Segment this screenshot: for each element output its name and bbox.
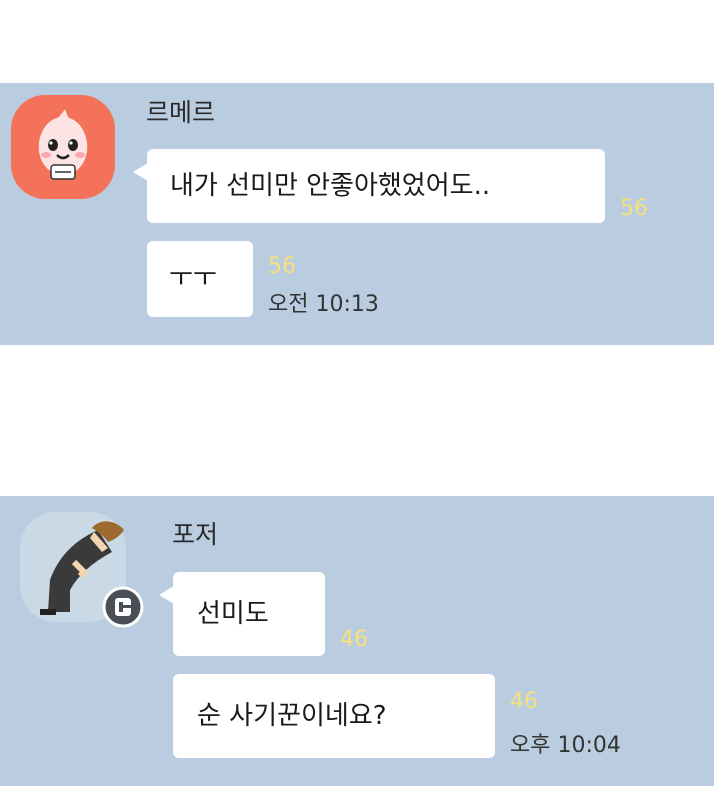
message-bubble[interactable]: 선미도 <box>159 572 325 656</box>
unread-count: 56 <box>620 196 648 221</box>
message-text: 순 사기꾼이네요? <box>197 701 387 731</box>
unread-count: 46 <box>340 627 368 652</box>
apeach-avatar-icon[interactable] <box>11 95 115 199</box>
message-text: 선미도 <box>197 599 269 629</box>
sender-name: 포저 <box>172 520 219 549</box>
chat-panel-2: 포저 선미도 46 순 사기꾼이네요? 46 오후 10:04 <box>0 496 714 786</box>
message-bubble[interactable]: 내가 선미만 안좋아했었어도.. <box>133 149 605 223</box>
message-bubble[interactable]: ㅜㅜ <box>147 241 253 317</box>
sender-name: 르메르 <box>146 98 216 127</box>
chat-panel-1: 르메르 내가 선미만 안좋아했었어도.. 56 ㅜㅜ 56 오전 10:13 <box>0 83 714 345</box>
channel-badge-icon <box>102 586 144 628</box>
message-timestamp: 오전 10:13 <box>268 292 379 317</box>
unread-count: 56 <box>268 254 296 279</box>
message-text: ㅜㅜ <box>169 263 217 293</box>
message-timestamp: 오후 10:04 <box>510 733 621 758</box>
message-text: 내가 선미만 안좋아했었어도.. <box>170 171 491 201</box>
message-bubble[interactable]: 순 사기꾼이네요? <box>173 674 495 758</box>
unread-count: 46 <box>510 689 538 714</box>
